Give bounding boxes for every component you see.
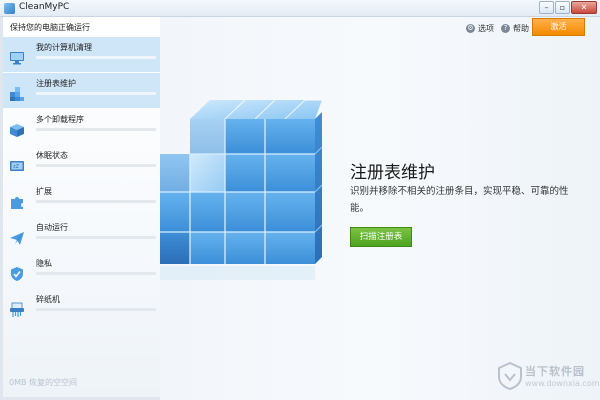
sidebar: 保持您的电脑正确运行 我的计算机清理 注册表维护 多个卸载程序 zZ 休眠状态 [3, 17, 160, 397]
sidebar-item-extensions[interactable]: 扩展 [3, 181, 160, 216]
computer-icon [10, 52, 24, 65]
freed-space-label: 0MB 恢复的空空间 [9, 378, 78, 387]
watermark-logo-icon [498, 362, 522, 390]
options-link[interactable]: ⚙ 选项 [466, 23, 494, 34]
options-label: 选项 [478, 24, 494, 33]
paper-plane-icon [10, 232, 24, 245]
sidebar-item-label: 注册表维护 [36, 79, 76, 88]
activate-button[interactable]: 激活 [532, 18, 585, 36]
uninstaller-box-icon [10, 124, 24, 137]
progress-bar [36, 200, 156, 203]
sidebar-status: 保持您的电脑正确运行 [10, 23, 90, 32]
main-panel: ⚙ 选项 ? 帮助 激活 注册表维护 识别并移除不相关的注册条目，实现平稳、可靠… [160, 17, 600, 400]
page-title: 注册表维护 [350, 163, 435, 183]
page-description: 识别并移除不相关的注册条目，实现平稳、可靠的性能。 [350, 186, 569, 214]
progress-bar [36, 128, 156, 131]
progress-bar [36, 308, 156, 311]
sidebar-item-label: 休眠状态 [36, 151, 68, 160]
title-bar: CleanMyPC – ▫ ✕ [0, 0, 600, 17]
help-icon: ? [501, 24, 510, 33]
registry-cube-illustration [160, 99, 323, 280]
registry-cube-icon [10, 87, 24, 101]
help-link[interactable]: ? 帮助 [501, 23, 529, 34]
shield-icon [11, 267, 23, 281]
svg-text:zZ: zZ [13, 164, 20, 170]
sidebar-item-registry[interactable]: 注册表维护 [3, 73, 160, 108]
help-label: 帮助 [513, 24, 529, 33]
sidebar-item-label: 我的计算机清理 [36, 43, 92, 52]
maximize-button[interactable]: ▫ [555, 1, 570, 14]
scan-registry-button[interactable]: 扫描注册表 [350, 227, 412, 247]
progress-bar [36, 272, 156, 275]
shredder-icon [10, 302, 24, 317]
sidebar-item-label: 碎纸机 [36, 295, 60, 304]
puzzle-icon [11, 197, 23, 209]
progress-bar [36, 164, 156, 167]
gear-icon: ⚙ [466, 24, 475, 33]
sidebar-item-uninstaller[interactable]: 多个卸载程序 [3, 109, 160, 144]
sidebar-item-autorun[interactable]: 自动运行 [3, 217, 160, 252]
minimize-button[interactable]: – [539, 1, 554, 14]
progress-bar [36, 56, 156, 59]
sidebar-item-my-computer[interactable]: 我的计算机清理 [3, 37, 160, 72]
sidebar-item-label: 自动运行 [36, 223, 68, 232]
sidebar-item-shredder[interactable]: 碎纸机 [3, 289, 160, 324]
window-controls: – ▫ ✕ [539, 1, 597, 14]
watermark: 当下软件园 www.downxia.com [497, 360, 600, 396]
watermark-url: www.downxia.com [525, 379, 600, 388]
window-title: CleanMyPC [19, 2, 70, 12]
hibernation-icon: zZ [10, 161, 24, 171]
sidebar-item-privacy[interactable]: 隐私 [3, 253, 160, 288]
sidebar-item-label: 隐私 [36, 259, 52, 268]
sidebar-item-label: 多个卸载程序 [36, 115, 84, 124]
sidebar-item-hibernation[interactable]: zZ 休眠状态 [3, 145, 160, 180]
watermark-text: 当下软件园 [525, 365, 585, 378]
close-button[interactable]: ✕ [571, 1, 597, 14]
progress-bar [36, 92, 156, 95]
sidebar-item-label: 扩展 [36, 187, 52, 196]
app-logo-icon [4, 3, 15, 14]
progress-bar [36, 236, 156, 239]
